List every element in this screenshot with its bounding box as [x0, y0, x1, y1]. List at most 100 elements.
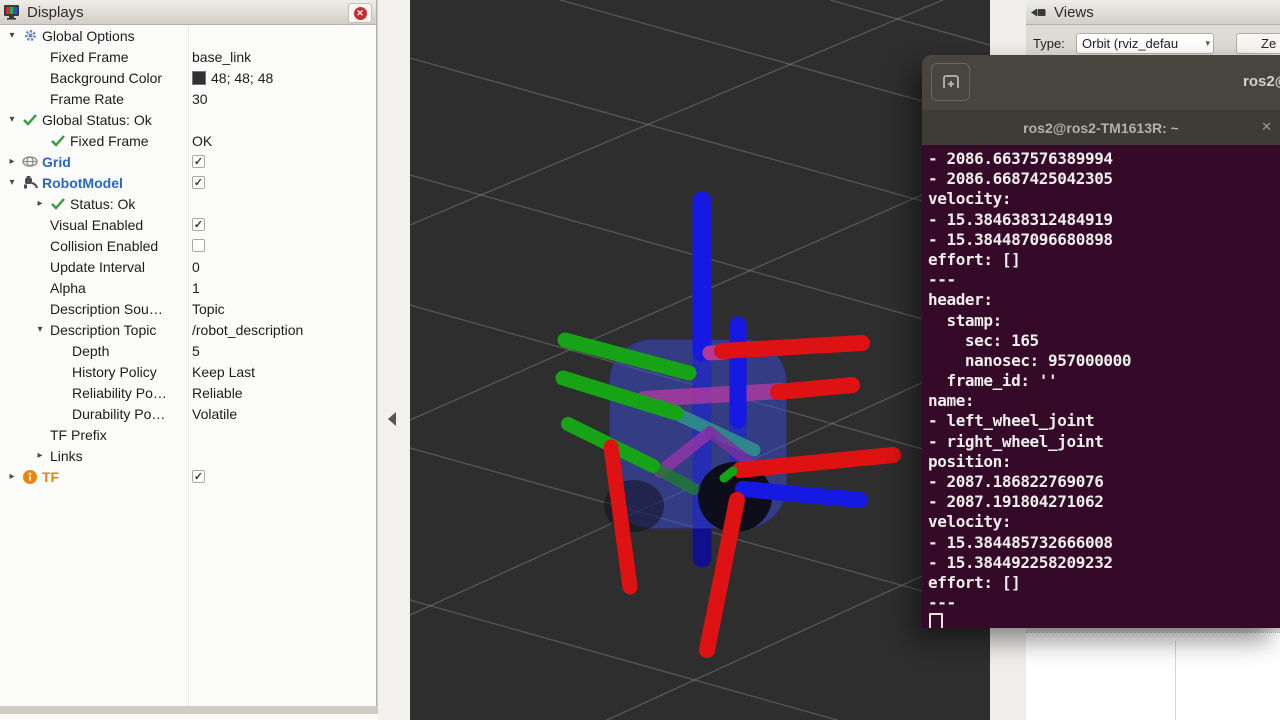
property-value[interactable] — [192, 235, 205, 256]
terminal-line: stamp: — [928, 311, 1280, 331]
expand-down-icon[interactable]: ▾ — [4, 114, 20, 125]
tab-close-icon[interactable]: ✕ — [1261, 119, 1272, 135]
property-value[interactable]: Volatile — [192, 403, 237, 424]
terminal-header-bar[interactable]: ros2@ — [922, 55, 1280, 110]
expand-down-icon[interactable]: ▾ — [4, 30, 20, 41]
tree-row[interactable]: ▸ Grid ✓ — [0, 151, 376, 172]
tree-row[interactable]: TF Prefix — [0, 424, 376, 445]
checkbox[interactable]: ✓ — [192, 470, 205, 483]
overlap-axis-magenta — [644, 391, 781, 399]
expand-right-icon[interactable]: ▸ — [4, 471, 20, 482]
property-value[interactable]: Reliable — [192, 382, 243, 403]
property-value[interactable]: 5 — [192, 340, 200, 361]
tree-row[interactable]: Collision Enabled — [0, 235, 376, 256]
expand-down-icon[interactable]: ▾ — [32, 324, 48, 335]
property-label[interactable]: Description Topic — [50, 322, 156, 338]
tree-row[interactable]: Description Sou… Topic — [0, 298, 376, 319]
tree-row[interactable]: ▾ RobotModel ✓ — [0, 172, 376, 193]
tree-row[interactable]: Visual Enabled ✓ — [0, 214, 376, 235]
property-label[interactable]: RobotModel — [42, 175, 123, 191]
terminal-line: - 2086.6687425042305 — [928, 169, 1280, 189]
property-label[interactable]: History Policy — [72, 364, 157, 380]
property-label[interactable]: Grid — [42, 154, 71, 170]
property-value[interactable]: 48; 48; 48 — [192, 67, 273, 88]
property-value[interactable]: OK — [192, 130, 212, 151]
tree-row[interactable]: Depth 5 — [0, 340, 376, 361]
property-value[interactable]: /robot_description — [192, 319, 303, 340]
property-label[interactable]: Durability Po… — [72, 406, 165, 422]
tree-row[interactable]: Reliability Po… Reliable — [0, 382, 376, 403]
terminal-line: - left_wheel_joint — [928, 411, 1280, 431]
property-value[interactable]: ✓ — [192, 466, 205, 487]
tree-row[interactable]: History Policy Keep Last — [0, 361, 376, 382]
property-label[interactable]: Reliability Po… — [72, 385, 167, 401]
property-label[interactable]: Background Color — [50, 70, 162, 86]
checkbox[interactable]: ✓ — [192, 218, 205, 231]
terminal-body[interactable]: - 2086.6637576389994- 2086.6687425042305… — [922, 145, 1280, 628]
property-label[interactable]: Fixed Frame — [50, 49, 129, 65]
checkbox[interactable] — [192, 239, 205, 252]
checkbox[interactable]: ✓ — [192, 176, 205, 189]
tree-row[interactable]: Fixed Frame base_link — [0, 46, 376, 67]
terminal-line: effort: [] — [928, 573, 1280, 593]
property-label[interactable]: Collision Enabled — [50, 238, 158, 254]
expand-right-icon[interactable]: ▸ — [32, 450, 48, 461]
property-label[interactable]: Update Interval — [50, 259, 145, 275]
property-value[interactable]: ✓ — [192, 151, 205, 172]
property-label[interactable]: Global Status: Ok — [42, 112, 152, 128]
bottom-splitter[interactable] — [0, 706, 378, 714]
property-value[interactable]: Keep Last — [192, 361, 255, 382]
expand-right-icon[interactable]: ▸ — [32, 198, 48, 209]
property-label[interactable]: Description Sou… — [50, 301, 163, 317]
property-label[interactable]: Links — [50, 448, 83, 464]
new-tab-button[interactable] — [931, 63, 970, 101]
panel-splitter[interactable] — [378, 0, 410, 720]
check-icon — [48, 132, 68, 150]
property-value[interactable]: ✓ — [192, 172, 205, 193]
property-value[interactable]: 0 — [192, 256, 200, 277]
property-value[interactable]: 30 — [192, 88, 208, 109]
terminal-line: position: — [928, 452, 1280, 472]
property-label[interactable]: Global Options — [42, 28, 135, 44]
property-value-text: OK — [192, 133, 212, 149]
tree-row[interactable]: Durability Po… Volatile — [0, 403, 376, 424]
property-label[interactable]: Status: Ok — [70, 196, 135, 212]
property-value[interactable]: Topic — [192, 298, 225, 319]
property-label[interactable]: Fixed Frame — [70, 133, 149, 149]
zero-button[interactable]: Ze — [1236, 33, 1280, 54]
property-label[interactable]: Frame Rate — [50, 91, 124, 107]
collapse-arrow-icon[interactable] — [388, 412, 396, 426]
expand-right-icon[interactable]: ▸ — [4, 156, 20, 167]
tree-row[interactable]: Alpha 1 — [0, 277, 376, 298]
tree-row[interactable]: ▸ Status: Ok — [0, 193, 376, 214]
tree-row[interactable]: ▾ Global Options — [0, 25, 376, 46]
tree-row[interactable]: Update Interval 0 — [0, 256, 376, 277]
tree-row[interactable]: ▸Links — [0, 445, 376, 466]
checkbox[interactable]: ✓ — [192, 155, 205, 168]
expand-down-icon[interactable]: ▾ — [4, 177, 20, 188]
tree-row[interactable]: Fixed Frame OK — [0, 130, 376, 151]
view-type-label: Type: — [1033, 36, 1065, 51]
terminal-tab[interactable]: ros2@ros2-TM1613R: ~ — [1023, 120, 1179, 136]
tree-row[interactable]: Background Color 48; 48; 48 — [0, 67, 376, 88]
tree-row[interactable]: ▾Description Topic/robot_description — [0, 319, 376, 340]
tree-row[interactable]: ▸ TF ✓ — [0, 466, 376, 487]
property-label[interactable]: TF Prefix — [50, 427, 107, 443]
terminal-line: - 2086.6637576389994 — [928, 149, 1280, 169]
property-value[interactable]: ✓ — [192, 214, 205, 235]
property-label[interactable]: Depth — [72, 343, 109, 359]
property-value[interactable]: base_link — [192, 46, 251, 67]
displays-close-button[interactable]: ✕ — [348, 3, 372, 23]
terminal-window-title: ros2@ — [1243, 73, 1280, 90]
tree-row[interactable]: ▾ Global Status: Ok — [0, 109, 376, 130]
3d-viewport[interactable] — [410, 0, 990, 720]
property-label[interactable]: Visual Enabled — [50, 217, 143, 233]
view-type-value: Orbit (rviz_defau — [1082, 36, 1178, 51]
property-value[interactable]: 1 — [192, 277, 200, 298]
tree-row[interactable]: Frame Rate 30 — [0, 88, 376, 109]
view-type-dropdown[interactable]: Orbit (rviz_defau ▾ — [1076, 33, 1214, 54]
terminal-line: - 2087.186822769076 — [928, 472, 1280, 492]
views-list[interactable] — [1026, 632, 1280, 720]
property-label[interactable]: TF — [42, 469, 59, 485]
property-label[interactable]: Alpha — [50, 280, 86, 296]
